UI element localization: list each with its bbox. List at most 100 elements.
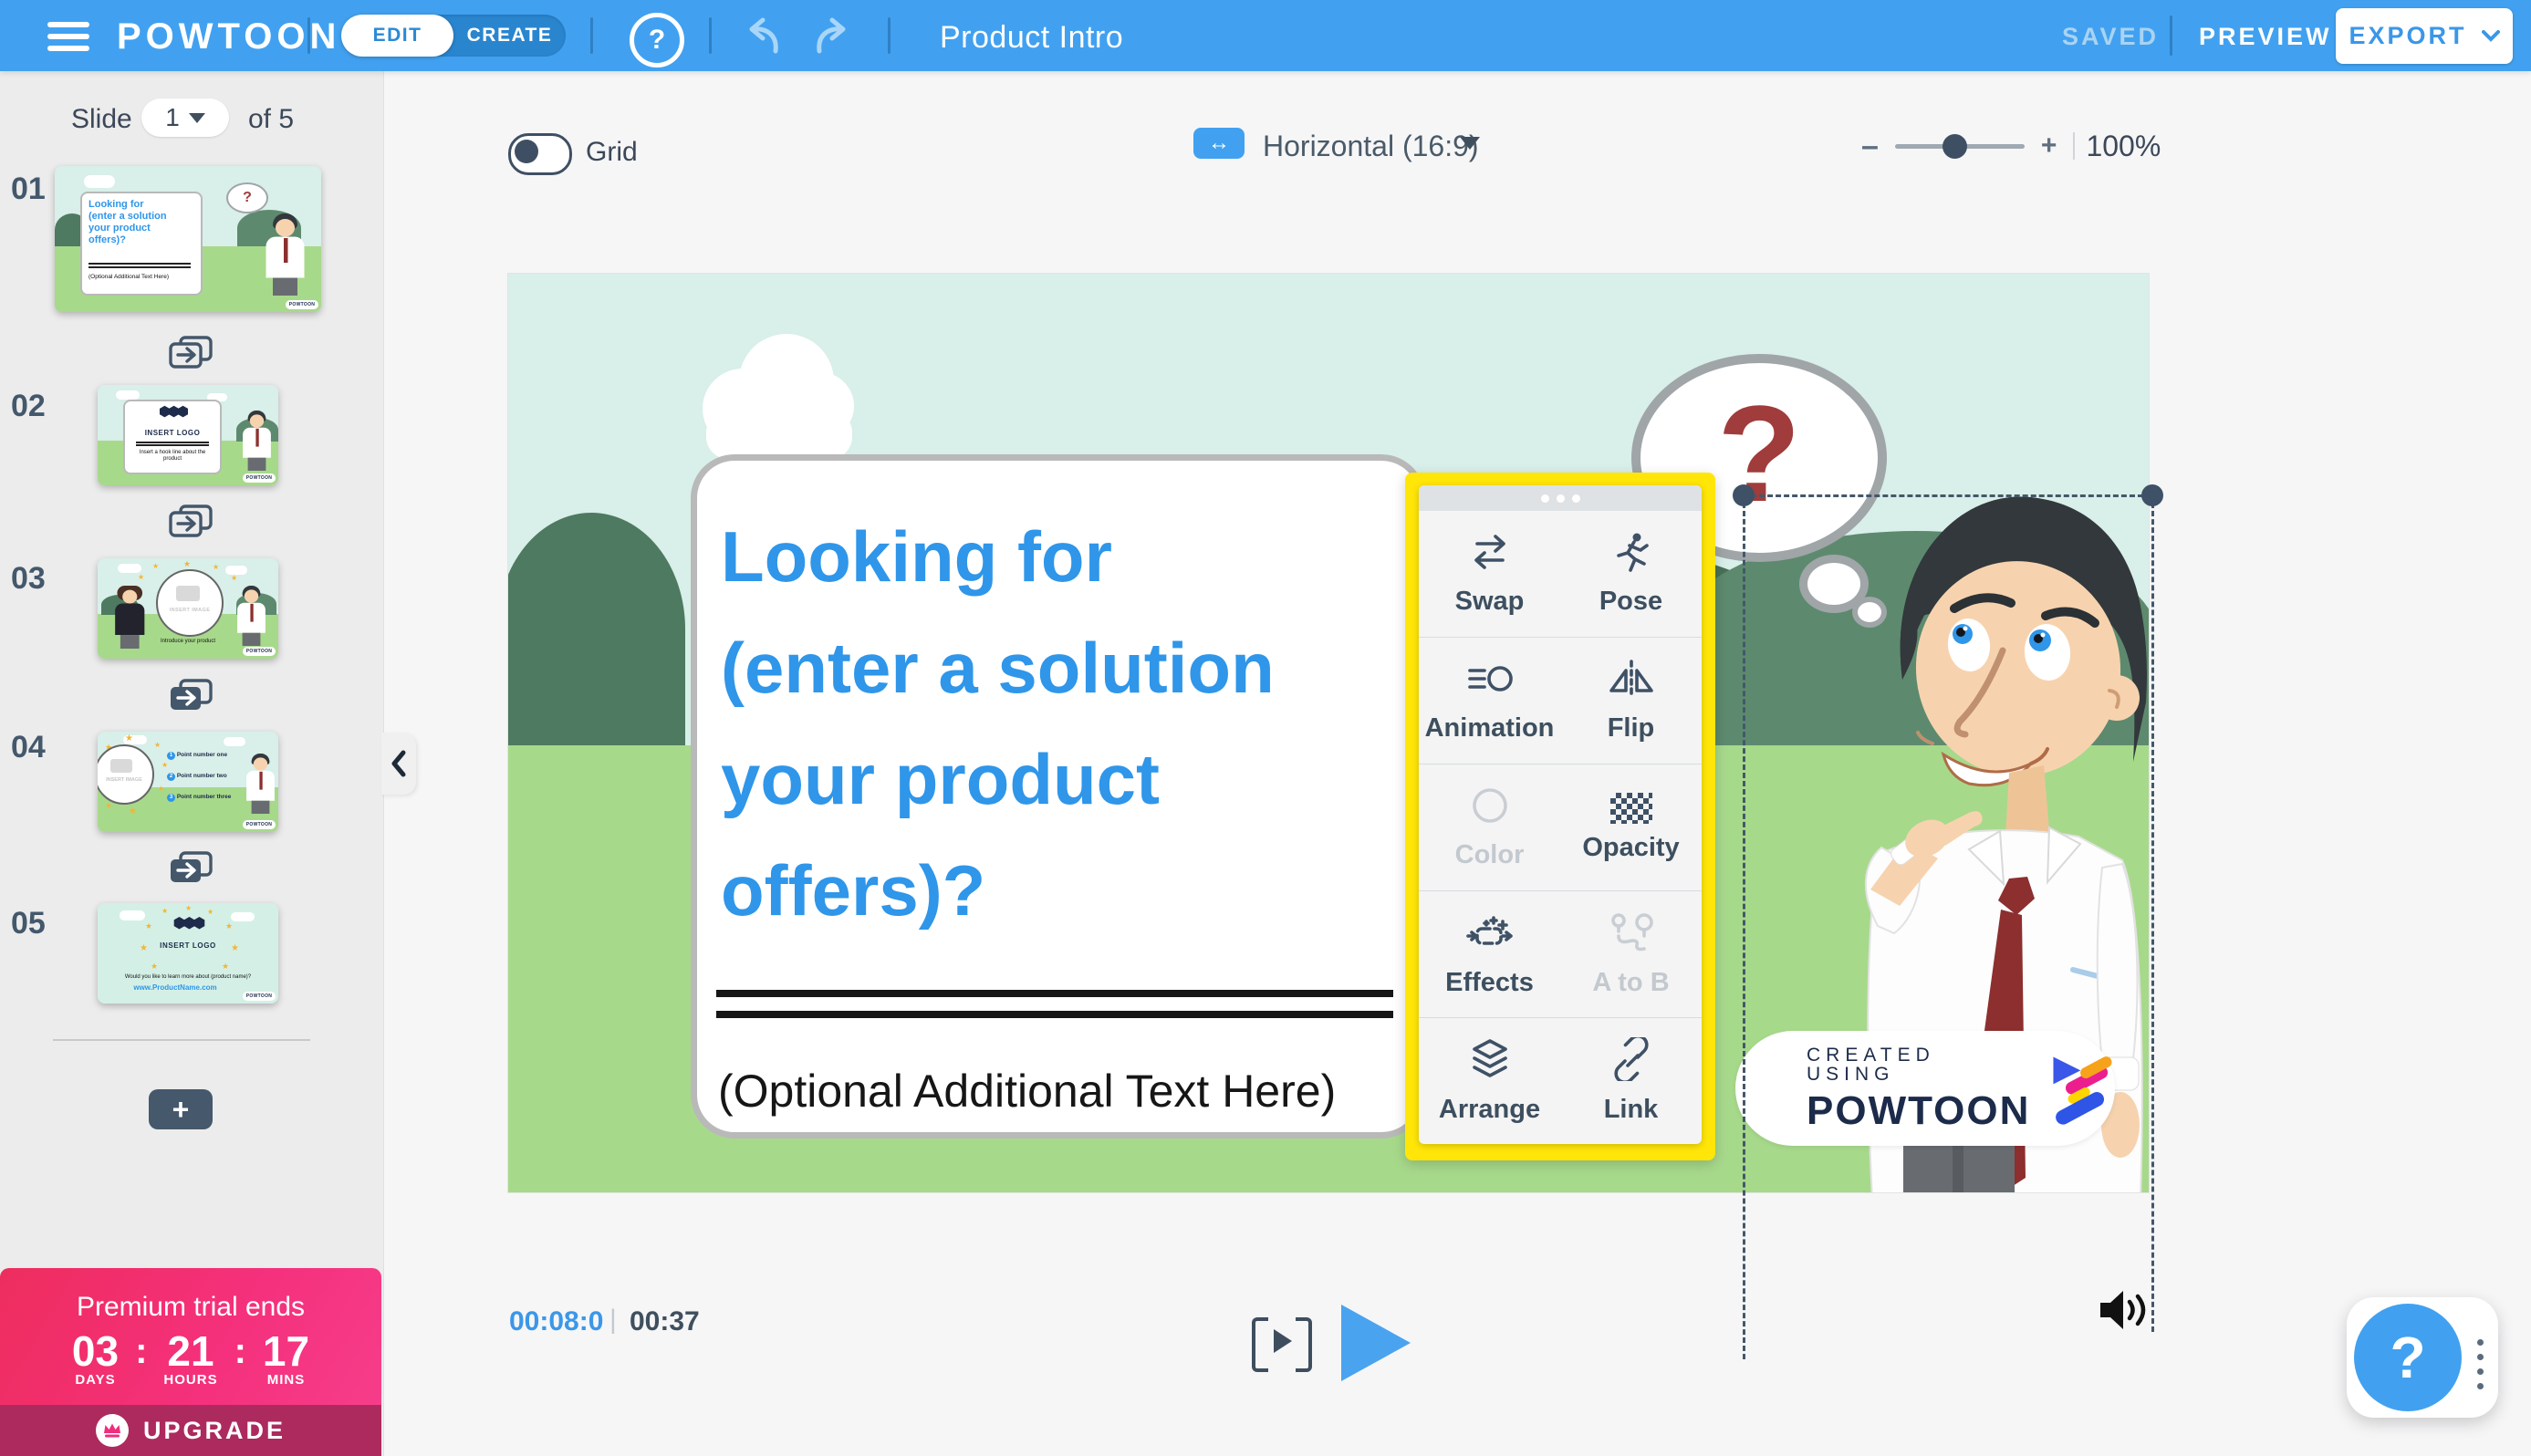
swap-icon — [1468, 531, 1512, 577]
context-menu-drag-handle[interactable] — [1419, 485, 1702, 511]
menu-item-pose[interactable]: Pose — [1560, 511, 1702, 637]
slide-number-dropdown[interactable]: 1 — [141, 99, 229, 137]
total-time: 00:37 — [630, 1306, 700, 1336]
thumb-insert-image: INSERT IMAGE — [169, 608, 211, 613]
zoom-value: 100% — [2086, 129, 2161, 162]
help-icon[interactable]: ? — [630, 13, 684, 68]
effects-icon — [1465, 910, 1514, 959]
transition-button-2[interactable] — [167, 504, 214, 538]
play-button[interactable] — [1341, 1305, 1411, 1381]
a-to-b-icon — [1608, 910, 1655, 959]
cloud-shape — [703, 334, 854, 459]
animation-icon — [1466, 658, 1514, 704]
slide-canvas[interactable]: Looking for (enter a solution your produ… — [508, 274, 2149, 1192]
more-options-dots[interactable] — [2477, 1339, 2484, 1389]
trial-countdown: 03 DAYS : 21 HOURS : 17 MINS — [0, 1330, 381, 1388]
thumb-point-2: 2 Point number two — [167, 773, 227, 781]
menu-item-arrange[interactable]: Arrange — [1419, 1018, 1560, 1144]
zoom-in-button[interactable]: + — [2041, 130, 2057, 161]
thumb-powtoon-badge: POWTOON — [243, 992, 276, 1001]
thumb-divider-line — [136, 444, 209, 446]
horizontal-orientation-icon[interactable]: ↔ — [1193, 128, 1245, 159]
zoom-slider[interactable] — [1894, 133, 2025, 159]
camera-icon — [110, 759, 132, 773]
thumb-character — [265, 213, 306, 296]
menu-item-label: Effects — [1445, 968, 1534, 997]
countdown-separator: : — [135, 1331, 148, 1371]
hours-value: 21 — [167, 1327, 214, 1375]
slide-word: Slide — [71, 104, 132, 134]
preview-button[interactable]: PREVIEW — [2199, 23, 2332, 51]
speaker-icon[interactable] — [2099, 1289, 2157, 1336]
menu-item-flip[interactable]: Flip — [1560, 638, 1702, 764]
transition-button-3-active[interactable] — [167, 678, 214, 712]
export-button[interactable]: EXPORT — [2336, 8, 2513, 64]
redo-icon[interactable] — [812, 16, 858, 57]
thumb-optional-text: (Optional Additional Text Here) — [89, 274, 170, 280]
slide-thumbnail-3[interactable]: ★ ★ ★ ★ ★ INSERT IMAGE Introduce your pr… — [98, 558, 278, 659]
menu-item-opacity[interactable]: Opacity — [1560, 764, 1702, 890]
upgrade-button[interactable]: UPGRADE — [0, 1405, 381, 1456]
thumb-character-female — [114, 586, 146, 649]
thumb-powtoon-badge: POWTOON — [286, 300, 318, 309]
badge-texts: CREATED USING POWTOON — [1807, 1045, 2030, 1131]
slide-thumbnail-4[interactable]: ★ ★ ★ ★ ★ ★ ★ INSERT IMAGE 1 Point numbe… — [98, 732, 278, 832]
star-icon: ★ — [129, 806, 137, 816]
help-fab-circle[interactable]: ? — [2354, 1304, 2462, 1411]
project-title[interactable]: Product Intro — [940, 20, 1123, 56]
help-fab[interactable]: ? — [2347, 1297, 2498, 1418]
selection-handle[interactable] — [2141, 484, 2163, 506]
star-icon: ★ — [161, 761, 169, 769]
color-icon — [1468, 785, 1512, 831]
selection-handle[interactable] — [1733, 484, 1755, 506]
edit-create-toggle: EDIT CREATE — [341, 15, 566, 57]
powtoon-editor: POWTOON EDIT CREATE ? Product Intro SAVE… — [0, 0, 2531, 1456]
divider — [590, 17, 593, 54]
menu-item-label: Flip — [1607, 713, 1655, 743]
orientation-selector[interactable]: Horizontal (16:9) — [1263, 130, 1479, 163]
slide-thumbnail-5[interactable]: ★ ★ ★ ★ ★ ★ ★ ★ ★ ⬢⬢⬢ INSERT LOGO Would … — [98, 903, 278, 1004]
menu-item-label: Link — [1603, 1095, 1659, 1124]
thumb-powtoon-badge: POWTOON — [243, 820, 276, 829]
menu-item-color: Color — [1419, 764, 1560, 890]
optional-text[interactable]: (Optional Additional Text Here) — [718, 1065, 1336, 1118]
slide-headline[interactable]: Looking for (enter a solution your produ… — [721, 501, 1275, 946]
thumb-hexagon-logo: ⬢⬢⬢ — [172, 916, 206, 931]
star-icon: ★ — [152, 562, 160, 570]
menu-item-label: Swap — [1454, 587, 1525, 616]
slide-thumbnail-2[interactable]: ⬢⬢⬢ INSERT LOGO Insert a hook line about… — [98, 385, 278, 485]
zoom-slider-knob[interactable] — [1942, 133, 1967, 159]
zoom-out-button[interactable]: – — [1861, 129, 1879, 164]
star-icon: ★ — [158, 785, 165, 793]
thumb-logo-card: ⬢⬢⬢ INSERT LOGO Insert a hook line about… — [123, 400, 222, 474]
star-icon: ★ — [183, 559, 192, 568]
menu-item-animation[interactable]: Animation — [1419, 638, 1560, 764]
premium-trial-panel: Premium trial ends 03 DAYS : 21 HOURS : 17… — [0, 1268, 381, 1456]
star-icon: ★ — [138, 573, 145, 581]
thumb-character — [245, 754, 276, 814]
hamburger-menu-icon[interactable] — [47, 22, 89, 51]
menu-item-effects[interactable]: Effects — [1419, 891, 1560, 1017]
export-label: EXPORT — [2349, 22, 2467, 49]
transition-button-1[interactable] — [167, 335, 214, 369]
collapse-sidebar-button[interactable] — [381, 733, 416, 795]
menu-item-swap[interactable]: Swap — [1419, 511, 1560, 637]
undo-icon[interactable] — [737, 16, 783, 57]
text-card[interactable]: Looking for (enter a solution your produ… — [691, 454, 1425, 1139]
grid-toggle[interactable] — [508, 133, 572, 175]
divider — [307, 17, 310, 54]
orientation-dropdown-icon[interactable] — [1460, 137, 1480, 150]
menu-item-link[interactable]: Link — [1560, 1018, 1702, 1144]
edit-tab[interactable]: EDIT — [341, 15, 453, 57]
slide-thumbnail-1[interactable]: Looking for (enter a solution your product… — [55, 166, 321, 312]
transition-button-4[interactable] — [167, 850, 214, 885]
play-slide-button[interactable] — [1252, 1317, 1312, 1372]
thumb-divider-line — [89, 266, 191, 268]
powtoon-watermark-badge[interactable]: CREATED USING POWTOON — [1735, 1031, 2115, 1146]
add-slide-button[interactable]: + — [149, 1089, 213, 1129]
toggle-knob — [515, 140, 538, 163]
thumb-hexagon-logo: ⬢⬢⬢ — [158, 404, 189, 420]
star-icon: ★ — [222, 962, 230, 971]
thumb-point-3: 3 Point number three — [167, 794, 231, 802]
create-tab[interactable]: CREATE — [453, 15, 566, 57]
